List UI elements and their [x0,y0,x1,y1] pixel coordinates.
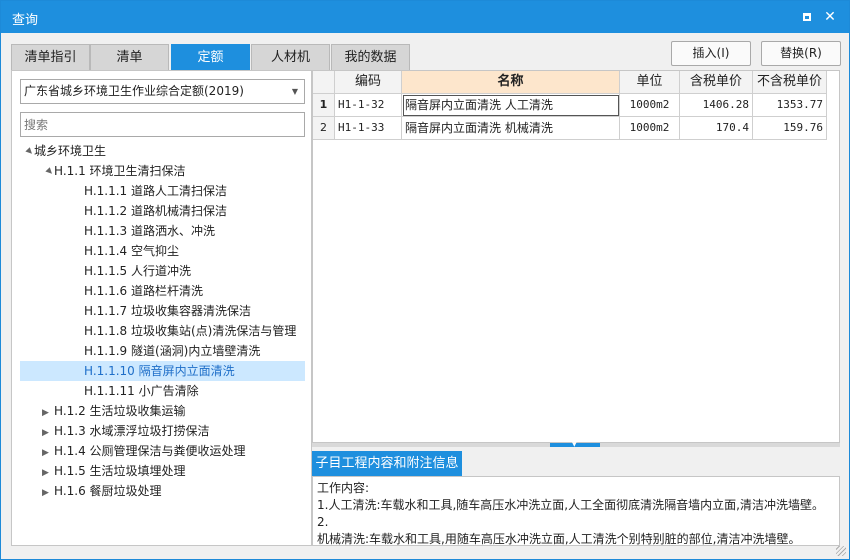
column-header-price-notax[interactable]: 不含税单价 [753,71,827,94]
tree-item[interactable]: H.1.1.7 垃圾收集容器清洗保洁 [72,301,251,321]
tree-item[interactable]: H.1.1.3 道路洒水、冲洗 [72,221,215,241]
tree-item-label: H.1.1.5 人行道冲洗 [84,264,191,278]
cell-unit[interactable]: 1000m2 [620,94,680,117]
tree-item-label: H.1.3 水域漂浮垃圾打捞保洁 [54,424,210,438]
tree-item[interactable]: H.1.1.10 隔音屏内立面清洗 [20,361,305,381]
tab-bill[interactable]: 清单 [90,44,169,70]
column-header-unit[interactable]: 单位 [620,71,680,94]
cell-price-notax[interactable]: 1353.77 [753,94,827,117]
close-icon[interactable]: ✕ [822,9,838,25]
tree-item-label: H.1.1.4 空气抑尘 [84,244,179,258]
tree-item-label: H.1.6 餐厨垃圾处理 [54,484,162,498]
insert-button[interactable]: 插入(I) [671,41,751,66]
cell-price-tax[interactable]: 170.4 [680,117,753,140]
tab-bill-guide[interactable]: 清单指引 [11,44,90,70]
tab-labor-material-machine[interactable]: 人材机 [251,44,330,70]
tree-item-label: H.1.1.9 隧道(涵洞)内立墙壁清洗 [84,344,261,358]
work-content-text: 工作内容: 1.人工清洗:车载水和工具,随车高压水冲洗立面,人工全面彻底清洗隔音… [312,476,840,546]
library-select[interactable]: 广东省城乡环境卫生作业综合定额(2019) ▼ [20,79,305,104]
column-header-price-tax[interactable]: 含税单价 [680,71,753,94]
tree-item-label: H.1.1.8 垃圾收集站(点)清洗保洁与管理 [84,324,297,338]
tab-quota[interactable]: 定额 [171,44,250,70]
column-header-name[interactable]: 名称 [402,71,620,94]
resize-grip-icon[interactable] [836,546,846,556]
tree-item[interactable]: ▶ H.1.6 餐厨垃圾处理 [42,481,162,501]
tree-item[interactable]: ▲H.1.1 环境卫生清扫保洁 [42,161,186,181]
work-content-line: 机械清洗:车载水和工具,用随车高压水冲洗立面,人工清洗个别特别脏的部位,清洁冲洗… [317,532,801,546]
quota-tree-panel: 广东省城乡环境卫生作业综合定额(2019) ▼ ▲城乡环境卫生▲H.1.1 环境… [11,70,312,546]
collapsed-caret-icon[interactable]: ▶ [42,403,54,423]
collapsed-caret-icon[interactable]: ▶ [42,463,54,483]
cell-code[interactable]: H1-1-33 [335,117,402,140]
info-panel: 子目工程内容和附注信息 工作内容: 1.人工清洗:车载水和工具,随车高压水冲洗立… [312,447,840,546]
tree-item-label: H.1.1.10 隔音屏内立面清洗 [84,364,235,378]
collapsed-caret-icon[interactable]: ▶ [42,423,54,443]
tree-item[interactable]: ▶ H.1.4 公厕管理保洁与粪便收运处理 [42,441,246,461]
tab-work-content-notes[interactable]: 子目工程内容和附注信息 [312,451,462,476]
chevron-down-icon[interactable]: ▼ [292,80,298,103]
cell-price-tax[interactable]: 1406.28 [680,94,753,117]
tree-item[interactable]: H.1.1.6 道路栏杆清洗 [72,281,203,301]
tree-item[interactable]: ▶ H.1.2 生活垃圾收集运输 [42,401,186,421]
cell-price-notax[interactable]: 159.76 [753,117,827,140]
tree-item-label: H.1.1.1 道路人工清扫保洁 [84,184,227,198]
search-input[interactable] [20,112,305,137]
tree-item[interactable]: H.1.1.5 人行道冲洗 [72,261,191,281]
row-number[interactable]: 2 [313,117,335,140]
replace-button[interactable]: 替换(R) [761,41,841,66]
tree-item[interactable]: H.1.1.11 小广告清除 [72,381,199,401]
tree-item-label: H.1.1.11 小广告清除 [84,384,199,398]
tab-my-data[interactable]: 我的数据 [331,44,410,70]
tree-item-label: H.1.1.6 道路栏杆清洗 [84,284,203,298]
tree-item-label: H.1.5 生活垃圾填埋处理 [54,464,186,478]
window-title: 查询 [12,13,39,28]
restore-icon[interactable] [799,9,815,25]
tree-item-label: H.1.1.2 道路机械清扫保洁 [84,204,227,218]
tree-item-label: H.1.2 生活垃圾收集运输 [54,404,186,418]
tree-item[interactable]: ▶ H.1.5 生活垃圾填埋处理 [42,461,186,481]
tree-item[interactable]: H.1.1.2 道路机械清扫保洁 [72,201,227,221]
cell-code[interactable]: H1-1-32 [335,94,402,117]
cell-name[interactable]: 隔音屏内立面清洗 人工清洗 [402,94,620,117]
work-content-line: 1.人工清洗:车载水和工具,随车高压水冲洗立面,人工全面彻底清洗隔音墙内立面,清… [317,498,824,529]
tree-item-label: 城乡环境卫生 [34,144,107,158]
tree-item[interactable]: H.1.1.1 道路人工清扫保洁 [72,181,227,201]
tree-item[interactable]: H.1.1.4 空气抑尘 [72,241,179,261]
work-content-heading: 工作内容: [317,481,370,495]
quota-grid-panel: 编码 名称 单位 含税单价 不含税单价 1 H1-1-32 隔音屏内立面清洗 人… [312,70,840,443]
tree-item[interactable]: H.1.1.9 隧道(涵洞)内立墙壁清洗 [72,341,260,361]
collapsed-caret-icon[interactable]: ▶ [42,483,54,503]
library-select-value: 广东省城乡环境卫生作业综合定额(2019) [24,84,244,98]
row-number[interactable]: 1 [313,94,335,117]
tree-item-label: H.1.1.7 垃圾收集容器清洗保洁 [84,304,251,318]
query-window: 查询 ✕ 清单指引 清单 定额 人材机 我的数据 插入(I) 替换(R) 广东省… [0,0,850,560]
cell-name[interactable]: 隔音屏内立面清洗 机械清洗 [402,117,620,140]
grid-corner [313,71,335,94]
tree-item-label: H.1.1.3 道路洒水、冲洗 [84,224,215,238]
tree-item-label: H.1.4 公厕管理保洁与粪便收运处理 [54,444,246,458]
tree-item[interactable]: ▲城乡环境卫生 [22,141,106,161]
tree-item-label: H.1.1 环境卫生清扫保洁 [54,164,186,178]
cell-unit[interactable]: 1000m2 [620,117,680,140]
tree-item[interactable]: H.1.1.8 垃圾收集站(点)清洗保洁与管理 [72,321,296,341]
collapsed-caret-icon[interactable]: ▶ [42,443,54,463]
title-bar[interactable]: 查询 ✕ [1,1,849,33]
column-header-code[interactable]: 编码 [335,71,402,94]
tree-item[interactable]: ▶ H.1.3 水域漂浮垃圾打捞保洁 [42,421,210,441]
